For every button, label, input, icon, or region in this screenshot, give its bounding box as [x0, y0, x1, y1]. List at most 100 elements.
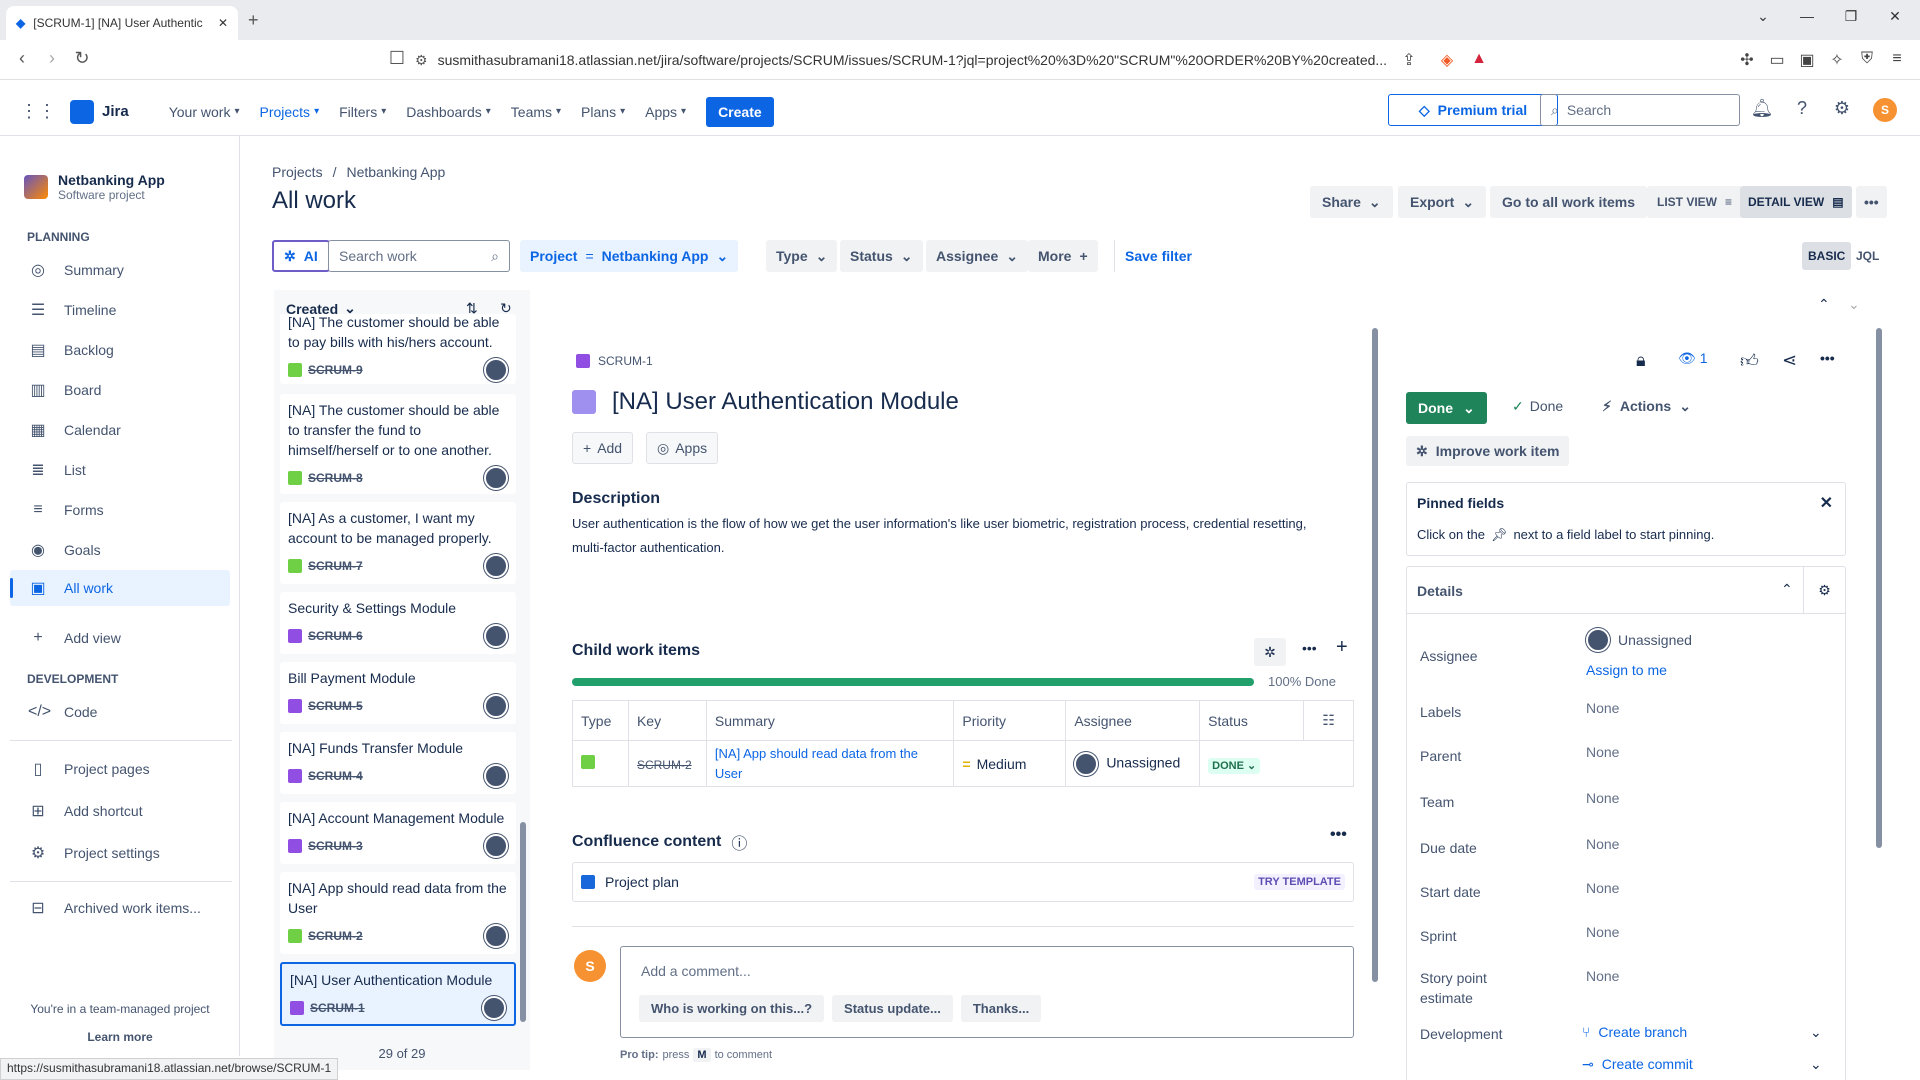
sidebar-item-project-settings[interactable]: ⚙ Project settings	[10, 835, 230, 871]
list-item-selected[interactable]: [NA] User Authentication Module SCRUM-1	[280, 962, 516, 1026]
col-type[interactable]: Type	[572, 700, 629, 741]
column-settings-icon[interactable]: ☷	[1303, 700, 1354, 741]
close-window-icon[interactable]: ✕	[1880, 8, 1910, 25]
help-icon[interactable]: ?	[1790, 98, 1814, 122]
create-commit-link[interactable]: ⊸ Create commit	[1582, 1056, 1693, 1073]
col-assignee[interactable]: Assignee	[1065, 700, 1201, 741]
back-icon[interactable]: ‹	[10, 48, 34, 69]
export-button[interactable]: Export ⌄	[1398, 186, 1487, 218]
assignee-filter[interactable]: Assignee ⌄	[926, 240, 1028, 272]
collapse-up-icon[interactable]: ⌃	[1818, 296, 1830, 313]
nav-plans[interactable]: Plans ▾	[581, 104, 625, 120]
vpn-icon[interactable]: ⛨	[1856, 50, 1878, 68]
project-filter[interactable]: Project = Netbanking App ⌄	[520, 240, 739, 272]
create-button[interactable]: Create	[706, 96, 774, 127]
status-cell[interactable]: DONE ⌄	[1199, 740, 1354, 787]
col-status[interactable]: Status	[1199, 700, 1304, 741]
priority-cell[interactable]: = Medium	[953, 740, 1067, 787]
table-row[interactable]: SCRUM-2 [NA] App should read data from t…	[572, 740, 1354, 787]
minimize-icon[interactable]: —	[1792, 8, 1822, 24]
premium-trial-button[interactable]: ◇ Premium trial	[1388, 94, 1558, 126]
sidebar-item-forms[interactable]: ≡ Forms	[10, 492, 230, 528]
list-item[interactable]: [NA] Funds Transfer Module SCRUM-4	[280, 732, 516, 794]
url-field[interactable]: ⚙ susmithasubramani18.atlassian.net/jira…	[415, 46, 1475, 74]
close-icon[interactable]: ✕	[1820, 493, 1833, 513]
share-page-icon[interactable]: ⇪	[1398, 50, 1420, 70]
field-value-team[interactable]: None	[1586, 790, 1619, 806]
confluence-item[interactable]: Project plan TRY TEMPLATE	[572, 862, 1354, 902]
actions-button[interactable]: ⚡︎ Actions ⌄	[1602, 398, 1691, 415]
reload-icon[interactable]: ↻	[70, 48, 94, 69]
info-icon[interactable]: ⓘ	[731, 830, 747, 854]
list-item[interactable]: [NA] App should read data from the User …	[280, 872, 516, 954]
more-icon[interactable]: •••	[1820, 350, 1835, 366]
like-icon[interactable]: 👍︎	[1740, 350, 1759, 372]
sidebar-item-calendar[interactable]: ▦ Calendar	[10, 412, 230, 448]
new-tab-icon[interactable]: +	[248, 10, 259, 31]
chevron-down-icon[interactable]: ⌄	[1810, 1024, 1822, 1041]
ai-suggest-icon[interactable]: ✲	[1254, 638, 1286, 666]
chevron-down-icon[interactable]: ⌄	[1810, 1056, 1822, 1073]
share-button[interactable]: Share ⌄	[1310, 186, 1393, 218]
settings-gear-icon[interactable]: ⚙	[1830, 98, 1854, 122]
sidebar-item-add-shortcut[interactable]: ⊞ Add shortcut	[10, 793, 230, 829]
issue-key-breadcrumb[interactable]: SCRUM-1	[576, 354, 653, 368]
list-item[interactable]: Bill Payment Module SCRUM-5	[280, 662, 516, 724]
field-value-labels[interactable]: None	[1586, 700, 1619, 716]
browser-tab[interactable]: ◆ [SCRUM-1] [NA] User Authentic ✕	[6, 6, 238, 40]
forward-icon[interactable]: ›	[40, 48, 64, 69]
user-avatar[interactable]: S	[1873, 98, 1897, 122]
menu-icon[interactable]: ≡	[1886, 50, 1908, 68]
sidebar-item-code[interactable]: </> Code	[10, 694, 230, 730]
sidebar-item-all-work[interactable]: ▣ All work	[10, 570, 230, 606]
restore-icon[interactable]: ❐	[1836, 8, 1866, 25]
jql-toggle[interactable]: JQL	[1850, 242, 1885, 270]
lock-icon[interactable]: 🔒︎	[1636, 350, 1646, 371]
global-search-input[interactable]: ⌕ Search	[1540, 94, 1740, 126]
learn-more-link[interactable]: Learn more	[0, 1030, 240, 1044]
bookmark-icon[interactable]: ☐	[385, 48, 409, 69]
assign-to-me-link[interactable]: Assign to me	[1586, 662, 1667, 678]
assignee-value[interactable]: Unassigned	[1586, 628, 1692, 652]
col-summary[interactable]: Summary	[705, 700, 955, 741]
sidebar-toggle-icon[interactable]: ▭	[1766, 50, 1788, 70]
nav-your-work[interactable]: Your work ▾	[169, 104, 240, 120]
breadcrumb-projects[interactable]: Projects	[272, 164, 323, 180]
suggestion-chip[interactable]: Who is working on this...?	[639, 995, 825, 1022]
sidebar-item-goals[interactable]: ◉ Goals	[10, 532, 230, 568]
breadcrumb-project[interactable]: Netbanking App	[346, 164, 445, 180]
search-work-input[interactable]: Search work ⌕	[328, 240, 510, 272]
sidebar-item-summary[interactable]: ◎ Summary	[10, 252, 230, 288]
list-view-toggle[interactable]: LIST VIEW ≡	[1647, 186, 1743, 218]
ai-filter-button[interactable]: ✲ AI	[272, 240, 330, 272]
notifications-icon[interactable]: 🔔︎	[1750, 98, 1774, 122]
list-item[interactable]: Security & Settings Module SCRUM-6	[280, 592, 516, 654]
more-actions-icon[interactable]: •••	[1856, 186, 1887, 218]
status-transition-button[interactable]: Done ⌄	[1406, 392, 1487, 424]
list-item[interactable]: [NA] The customer should be able to tran…	[280, 394, 516, 494]
create-branch-link[interactable]: ⑂ Create branch	[1582, 1024, 1687, 1040]
issue-title[interactable]: [NA] User Authentication Module	[612, 388, 959, 416]
try-template-button[interactable]: TRY TEMPLATE	[1254, 874, 1345, 890]
assignee-cell[interactable]: Unassigned	[1065, 740, 1201, 787]
sidebar-item-list[interactable]: ≣ List	[10, 452, 230, 488]
nav-teams[interactable]: Teams ▾	[511, 104, 561, 120]
detail-view-toggle[interactable]: DETAIL VIEW ▤	[1740, 186, 1852, 218]
detail-scrollbar[interactable]	[1372, 328, 1378, 982]
nav-projects[interactable]: Projects ▾	[259, 104, 319, 120]
more-filter[interactable]: More +	[1028, 240, 1098, 272]
add-child-icon[interactable]: +	[1336, 636, 1348, 659]
nav-dashboards[interactable]: Dashboards ▾	[406, 104, 491, 120]
suggestion-chip[interactable]: Status update...	[832, 995, 953, 1022]
field-value-start-date[interactable]: None	[1586, 880, 1619, 896]
comment-box[interactable]: Add a comment... Who is working on this.…	[620, 946, 1354, 1038]
save-filter-link[interactable]: Save filter	[1114, 240, 1202, 272]
sidebar-item-board[interactable]: ▥ Board	[10, 372, 230, 408]
brave-rewards-icon[interactable]: ▲	[1468, 50, 1490, 68]
basic-toggle[interactable]: BASIC	[1802, 242, 1852, 270]
share-icon[interactable]: ⋖	[1782, 350, 1797, 371]
list-item[interactable]: [NA] Account Management Module SCRUM-3	[280, 802, 516, 864]
project-header[interactable]: Netbanking App Software project	[24, 172, 165, 202]
sidebar-item-project-pages[interactable]: ▯ Project pages	[10, 751, 230, 787]
extensions-icon[interactable]: ✣	[1736, 50, 1758, 70]
